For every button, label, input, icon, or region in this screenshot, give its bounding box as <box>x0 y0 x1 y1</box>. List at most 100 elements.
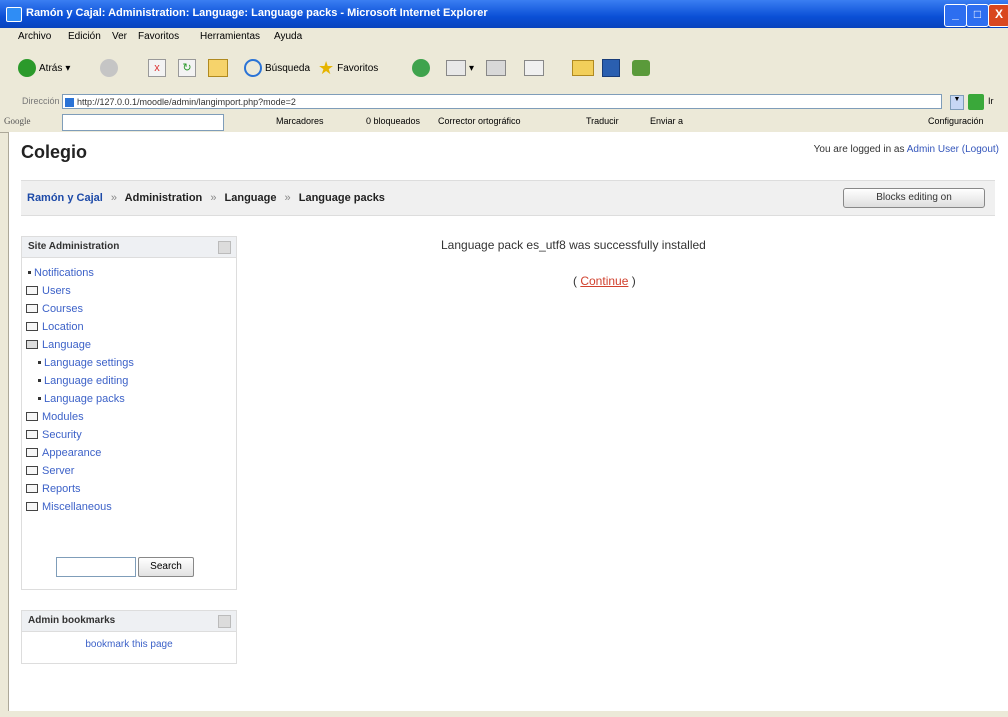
bullet-icon <box>28 270 31 274</box>
block-title: Site Administration <box>28 241 120 252</box>
menu-favoritos[interactable]: Favoritos <box>138 31 179 42</box>
settings-button[interactable]: Configuración <box>928 116 984 126</box>
star-icon: ★ <box>318 57 335 78</box>
tree-item-notifications[interactable]: Notifications <box>26 264 236 282</box>
menu-ayuda[interactable]: Ayuda <box>274 31 302 42</box>
continue-wrapper: ( Continue ) <box>573 274 636 288</box>
user-link[interactable]: Admin User <box>907 144 959 155</box>
breadcrumb-separator: » <box>210 192 217 204</box>
messenger-button[interactable] <box>602 58 620 78</box>
tree-item-label: Users <box>42 285 71 297</box>
breadcrumb: Ramón y Cajal » Administration » Languag… <box>27 192 385 204</box>
breadcrumb-separator: » <box>284 192 291 204</box>
mail-button[interactable]: ▾ <box>446 58 474 78</box>
toolbar: Atrás ▾ x ↻ Búsqueda ★ Favoritos ▾ <box>0 46 1008 93</box>
history-button[interactable] <box>412 58 430 78</box>
edit-button[interactable] <box>524 58 544 78</box>
chevron-down-icon: ▾ <box>469 62 475 74</box>
tree-item-label: Language editing <box>44 375 129 387</box>
status-bar <box>8 711 1008 717</box>
send-to-button[interactable]: Enviar a <box>650 116 683 126</box>
search-icon <box>244 59 262 77</box>
tree-item-label: Language settings <box>44 357 134 369</box>
admin-search-button[interactable]: Search <box>138 557 194 577</box>
logout-link[interactable]: (Logout) <box>962 144 999 155</box>
home-icon <box>208 59 228 77</box>
go-button[interactable]: Ir <box>988 96 994 106</box>
folder-icon <box>26 465 38 475</box>
address-url: http://127.0.0.1/moodle/admin/langimport… <box>77 97 296 107</box>
tree-item-appearance[interactable]: Appearance <box>26 444 236 462</box>
minimize-button[interactable]: _ <box>944 4 967 27</box>
menu-ver[interactable]: Ver <box>112 31 127 42</box>
tree-item-label: Language packs <box>44 393 125 405</box>
tree-item-label: Modules <box>42 411 84 423</box>
go-arrow-icon[interactable] <box>968 94 984 110</box>
tree-item-server[interactable]: Server <box>26 462 236 480</box>
home-button[interactable] <box>208 58 228 78</box>
messenger-icon <box>602 59 620 77</box>
tree-item-reports[interactable]: Reports <box>26 480 236 498</box>
site-header: Colegio You are logged in as Admin User … <box>9 132 1008 220</box>
refresh-icon: ↻ <box>178 59 196 77</box>
search-button[interactable]: Búsqueda <box>244 58 310 78</box>
breadcrumb-language[interactable]: Language <box>225 192 277 204</box>
hide-block-icon[interactable] <box>218 241 231 254</box>
tree-item-modules[interactable]: Modules <box>26 408 236 426</box>
bookmark-page-link[interactable]: bookmark this page <box>22 632 236 650</box>
refresh-button[interactable]: ↻ <box>178 58 196 78</box>
favorites-label: Favoritos <box>337 62 379 74</box>
print-button[interactable] <box>486 58 506 78</box>
favorites-button[interactable]: ★ Favoritos <box>318 58 378 78</box>
breadcrumb-home[interactable]: Ramón y Cajal <box>27 192 103 204</box>
admin-search-input[interactable] <box>56 557 136 577</box>
folder-icon <box>26 411 38 421</box>
breadcrumb-current: Language packs <box>298 192 385 204</box>
folder-icon <box>26 303 38 313</box>
menu-herramientas[interactable]: Herramientas <box>200 31 260 42</box>
ie-icon <box>6 7 22 22</box>
menu-archivo[interactable]: Archivo <box>18 31 51 42</box>
blocks-editing-button[interactable]: Blocks editing on <box>843 188 985 208</box>
spellcheck-button[interactable]: Corrector ortográfico <box>438 116 521 126</box>
address-dropdown-icon[interactable]: ▼ <box>950 95 964 110</box>
hide-block-icon[interactable] <box>218 615 231 628</box>
google-toolbar: Google Marcadores 0 bloqueados Corrector… <box>0 112 1008 133</box>
print-icon <box>486 60 506 76</box>
tree-item-label: Reports <box>42 483 81 495</box>
popup-blocked-button[interactable]: 0 bloqueados <box>366 116 420 126</box>
back-button[interactable]: Atrás ▾ <box>18 58 70 78</box>
translate-button[interactable]: Traducir <box>586 116 619 126</box>
research-button[interactable] <box>632 58 650 78</box>
maximize-button[interactable]: □ <box>966 4 989 27</box>
page-viewport: Colegio You are logged in as Admin User … <box>8 132 1008 717</box>
google-search-input[interactable] <box>62 114 224 131</box>
address-input[interactable]: http://127.0.0.1/moodle/admin/langimport… <box>62 94 942 109</box>
forward-arrow-icon <box>100 59 118 77</box>
tree-item-miscellaneous[interactable]: Miscellaneous <box>26 498 236 516</box>
tree-item-language[interactable]: Language <box>26 336 236 354</box>
menu-edicion[interactable]: Edición <box>68 31 101 42</box>
tree-item-language-settings[interactable]: Language settings <box>26 354 236 372</box>
tree-item-language-packs[interactable]: Language packs <box>26 390 236 408</box>
tree-item-security[interactable]: Security <box>26 426 236 444</box>
tree-item-location[interactable]: Location <box>26 318 236 336</box>
bookmarks-button[interactable]: Marcadores <box>276 116 324 126</box>
stop-button[interactable]: x <box>148 58 166 78</box>
tree-item-label: Miscellaneous <box>42 501 112 513</box>
folder-icon <box>26 483 38 493</box>
tree-item-users[interactable]: Users <box>26 282 236 300</box>
forward-button[interactable] <box>100 58 118 78</box>
login-prefix: You are logged in as <box>813 144 905 155</box>
tree-item-label: Notifications <box>34 267 94 279</box>
tree-item-language-editing[interactable]: Language editing <box>26 372 236 390</box>
folder-icon <box>26 321 38 331</box>
continue-link[interactable]: Continue <box>580 274 628 288</box>
breadcrumb-administration[interactable]: Administration <box>125 192 203 204</box>
navbar: Ramón y Cajal » Administration » Languag… <box>21 180 995 216</box>
stop-icon: x <box>148 59 166 77</box>
tree-item-courses[interactable]: Courses <box>26 300 236 318</box>
window-titlebar: Ramón y Cajal: Administration: Language:… <box>0 0 1008 28</box>
folder-button[interactable] <box>572 58 594 78</box>
close-button[interactable]: X <box>988 4 1008 27</box>
